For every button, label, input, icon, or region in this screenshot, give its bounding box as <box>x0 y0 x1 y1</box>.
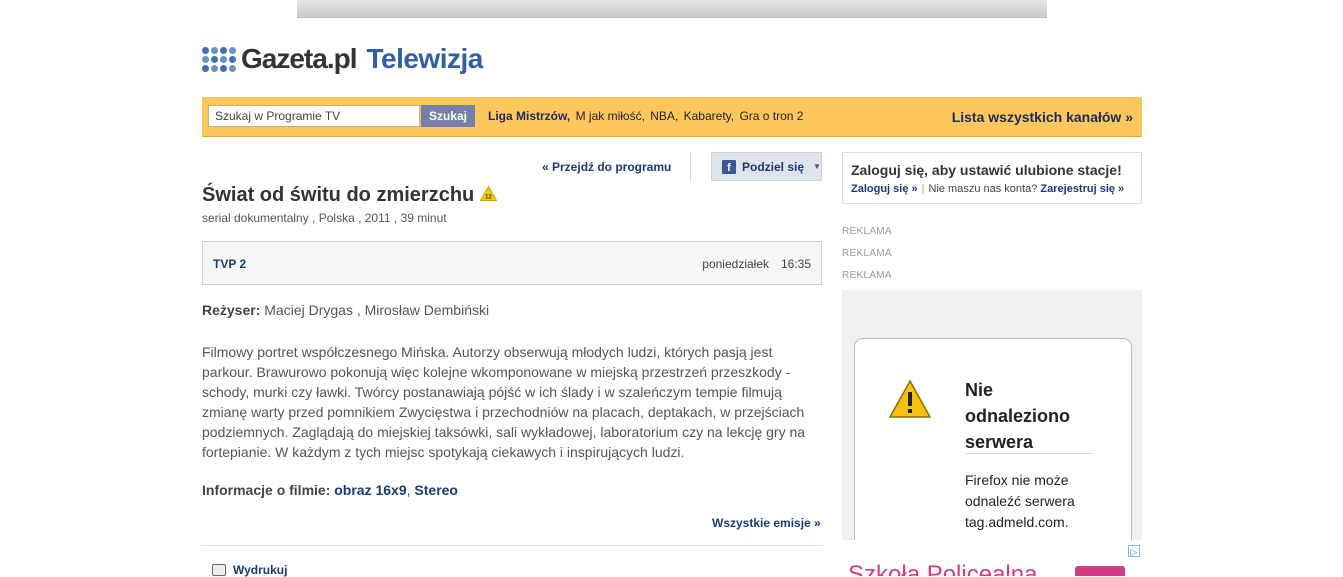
age-rating-label: 12 <box>485 195 492 201</box>
bottom-ad-button[interactable] <box>1075 566 1125 576</box>
share-label: Podziel się <box>742 159 805 174</box>
bottom-ad-text: Szkoła Policealna <box>848 561 1038 576</box>
divider <box>202 545 822 546</box>
quick-links: Liga Mistrzów, M jak miłość, NBA, Kabare… <box>488 109 805 123</box>
print-label: Wydrukuj <box>233 563 288 577</box>
quick-link-kabarety[interactable]: Kabarety, <box>684 109 734 123</box>
director-names: Maciej Drygas , Mirosław Dembiński <box>264 302 490 318</box>
channel-link[interactable]: TVP 2 <box>213 257 246 271</box>
broadcast-time: 16:35 <box>780 257 811 271</box>
bottom-ad[interactable]: ▷ Szkoła Policealna <box>842 542 1142 576</box>
program-meta: serial dokumentalny , Polska , 2011 , 39… <box>202 211 447 225</box>
chevron-down-icon: ▼ <box>813 162 821 171</box>
search-input[interactable] <box>208 105 420 127</box>
broadcast-row: TVP 2 poniedziałek 16:35 <box>202 241 822 285</box>
divider <box>965 453 1093 454</box>
facebook-icon: f <box>722 159 736 174</box>
login-link[interactable]: Zaloguj się » <box>851 183 918 195</box>
ad-label: REKLAMA <box>842 248 892 259</box>
director-label: Reżyser: <box>202 302 261 318</box>
login-links: Zaloguj się » | Nie maszu nas konta? Zarej… <box>851 183 1125 195</box>
print-button[interactable]: Wydrukuj <box>212 563 287 577</box>
login-box: Zaloguj się, aby ustawić ulubione stacje… <box>842 152 1142 204</box>
logo-dots-icon <box>202 46 236 72</box>
quick-link-liga-mistrzow[interactable]: Liga Mistrzów, <box>488 109 570 123</box>
film-info-audio[interactable]: Stereo <box>414 482 458 498</box>
printer-icon <box>212 564 226 576</box>
no-account-text: Nie maszu nas konta? <box>928 183 1038 195</box>
error-text: Firefox nie może odnaleźć serwera tag.ad… <box>965 472 1075 530</box>
search-bar: Szukaj Liga Mistrzów, M jak miłość, NBA,… <box>202 97 1142 137</box>
goto-program-link[interactable]: « Przejdź do programu <box>542 160 671 174</box>
all-broadcasts-link[interactable]: Wszystkie emisje » <box>712 516 821 530</box>
quick-link-m-jak-milosc[interactable]: M jak miłość, <box>576 109 645 123</box>
server-error-card: Nie odnaleziono serwera Firefox nie może… <box>854 338 1132 540</box>
film-info-label: Informacje o filmie: <box>202 482 331 498</box>
warning-icon <box>888 379 932 418</box>
logo-section: Telewizja <box>366 43 483 74</box>
adchoices-icon[interactable]: ▷ <box>1128 545 1140 557</box>
program-title: Świat od świtu do zmierzchu <box>202 184 475 206</box>
film-info: Informacje o filmie: obraz 16x9, Stereo <box>202 482 458 498</box>
error-title: Nie odnaleziono serwera <box>965 380 1070 452</box>
top-banner-ad <box>297 0 1047 18</box>
divider <box>690 152 691 182</box>
ad-label: REKLAMA <box>842 226 892 237</box>
age-rating-icon: 12 <box>480 186 498 202</box>
all-channels-link[interactable]: Lista wszystkich kanałów » <box>952 109 1133 125</box>
film-info-separator: , <box>406 482 411 498</box>
film-info-aspect[interactable]: obraz 16x9 <box>334 482 406 498</box>
login-title: Zaloguj się, aby ustawić ulubione stacje… <box>851 162 1122 178</box>
logo-brand: Gazeta.pl <box>241 43 357 74</box>
page-title: Świat od świtu do zmierzchu 12 <box>202 184 498 207</box>
register-link[interactable]: Zarejestruj się » <box>1040 183 1124 195</box>
ad-frame: Nie odnaleziono serwera Firefox nie może… <box>842 290 1142 540</box>
broadcast-day: poniedziałek <box>702 257 769 271</box>
ad-label: REKLAMA <box>842 270 892 281</box>
search-button[interactable]: Szukaj <box>421 105 475 127</box>
share-button[interactable]: f Podziel się ▼ <box>711 152 822 181</box>
program-description: Filmowy portret współczesnego Mińska. Au… <box>202 344 806 460</box>
site-logo[interactable]: Gazeta.pl Telewizja <box>202 42 483 76</box>
quick-link-gra-o-tron[interactable]: Gra o tron 2 <box>739 109 803 123</box>
director-line: Reżyser: Maciej Drygas , Mirosław Dembiń… <box>202 302 489 318</box>
quick-link-nba[interactable]: NBA, <box>650 109 678 123</box>
